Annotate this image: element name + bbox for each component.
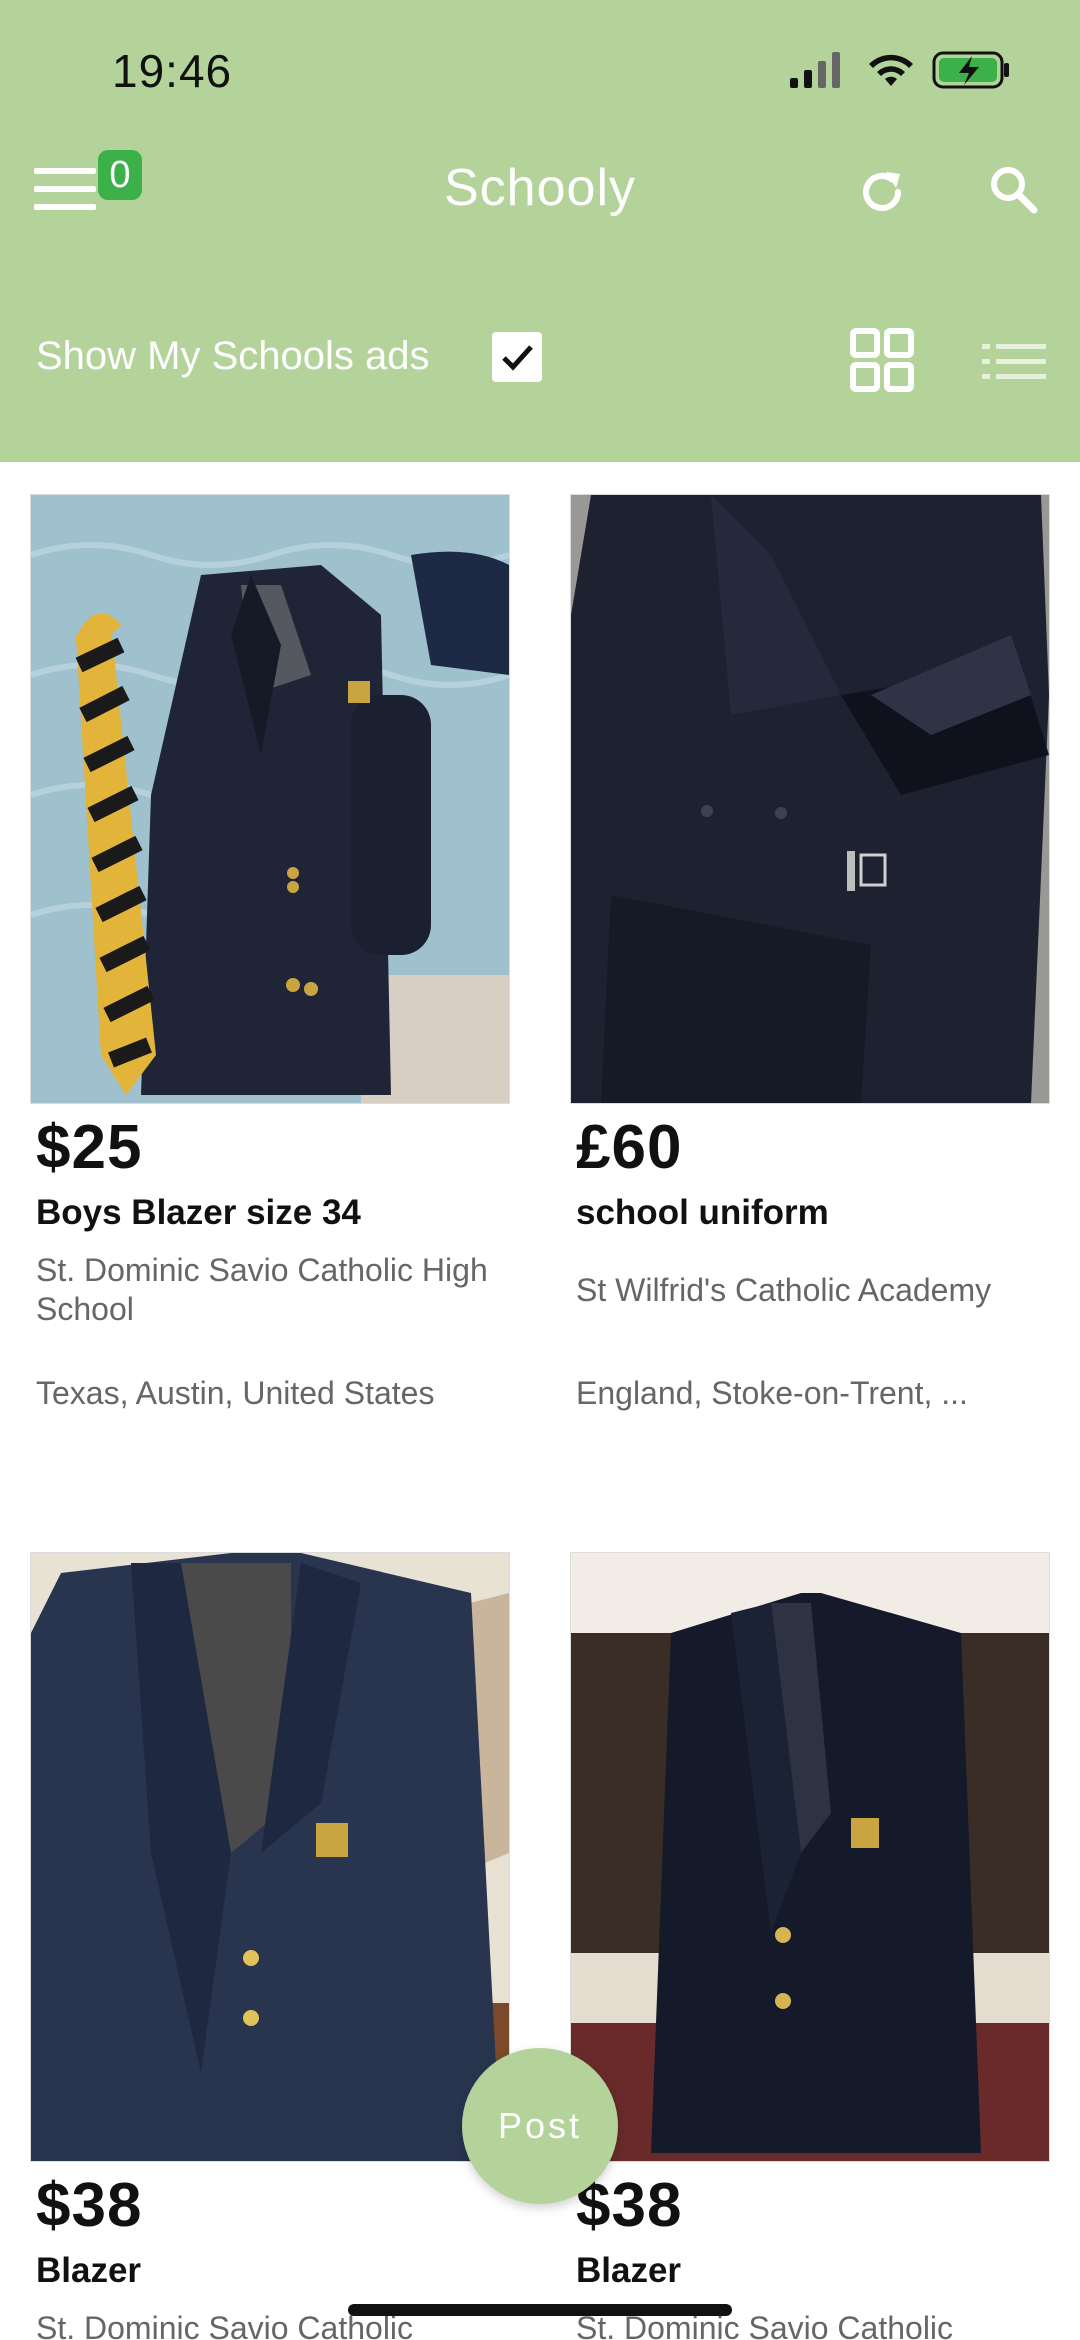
listing-location: England, Stoke-on-Trent, ... [576, 1375, 968, 1411]
app-header: 19:46 0 Schooly Show My Schools ads [0, 0, 1080, 462]
listing-title: school uniform [576, 1193, 829, 1232]
checkmark-icon [502, 345, 533, 371]
listing-school: St. Dominic Savio Catholic High School [36, 1252, 488, 1327]
grid-view-icon[interactable] [850, 328, 914, 392]
listing-photo [570, 494, 1050, 1104]
black-blazer-photo [571, 495, 1049, 1103]
listing-price: £60 [576, 1113, 683, 1182]
status-time: 19:46 [112, 45, 233, 97]
home-indicator [348, 2304, 732, 2316]
listing-photo [30, 1552, 510, 2162]
listing-price: $38 [576, 2171, 683, 2240]
listing-title: Blazer [36, 2251, 142, 2290]
listing-school: St Wilfrid's Catholic Academy [576, 1271, 992, 1308]
listing-card[interactable]: $38 Blazer St. Dominic Savio Catholic [30, 1552, 510, 2340]
blazer-with-tie-photo [31, 495, 509, 1103]
listing-photo [570, 1552, 1050, 2162]
listing-price: $38 [36, 2171, 143, 2240]
listing-price: $25 [36, 1113, 143, 1182]
listing-card[interactable]: $38 Blazer St. Dominic Savio Catholic [570, 1552, 1050, 2340]
listing-photo [30, 494, 510, 1104]
app-title: Schooly [444, 159, 636, 217]
listing-card[interactable]: $25 Boys Blazer size 34 St. Dominic Savi… [30, 494, 510, 1412]
signal-icon [790, 52, 840, 88]
post-button[interactable]: Post [462, 2048, 618, 2204]
hanging-blazer-photo [571, 1553, 1049, 2161]
listing-title: Boys Blazer size 34 [36, 1193, 361, 1232]
show-my-schools-label: Show My Schools ads [36, 334, 430, 378]
list-view-icon[interactable] [982, 342, 1046, 382]
listing-location: Texas, Austin, United States [36, 1375, 435, 1411]
refresh-icon[interactable] [856, 166, 908, 218]
show-my-schools-checkbox[interactable] [492, 332, 542, 382]
listing-card[interactable]: £60 school uniform St Wilfrid's Catholic… [570, 494, 1050, 1412]
listing-title: Blazer [576, 2251, 682, 2290]
battery-icon [932, 51, 1009, 89]
wifi-icon [869, 54, 913, 86]
search-icon[interactable] [988, 164, 1040, 216]
navy-blazer-photo [31, 1553, 509, 2161]
